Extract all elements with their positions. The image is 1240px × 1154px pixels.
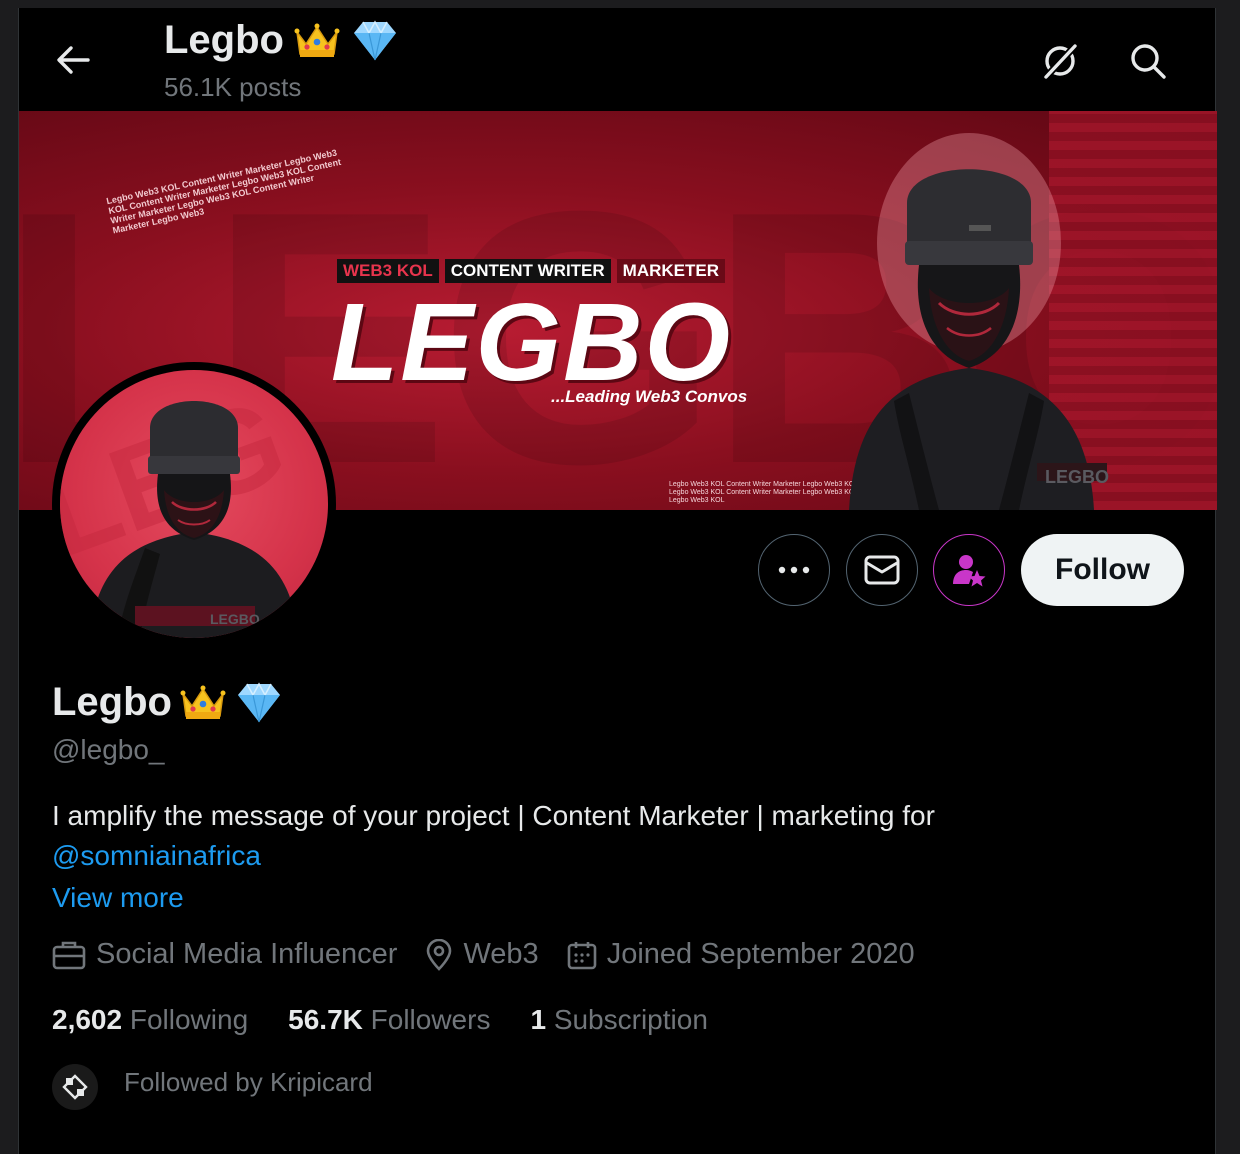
kripicard-logo-icon [62, 1074, 88, 1100]
more-button[interactable] [758, 534, 830, 606]
location-pin-icon [427, 938, 452, 971]
subscribe-button[interactable] [933, 534, 1005, 606]
followed-by-text: Followed by Kripicard [124, 1066, 373, 1097]
banner-subtitle: ...Leading Web3 Convos [551, 387, 748, 406]
subscription-label: Subscription [553, 1004, 708, 1035]
profile-bio: I amplify the message of your project | … [52, 796, 1152, 876]
banner-figure-illustration: LEGBO [849, 133, 1109, 510]
following-count: 2,602 [52, 1004, 123, 1035]
calendar-icon [567, 941, 596, 969]
location-item: Web3 [425, 938, 539, 971]
search-icon [1131, 44, 1166, 79]
grok-icon [1043, 43, 1078, 80]
top-bar: Legbo 56.1K posts [19, 8, 1215, 111]
avatar-illustration: LEG LEGBO [60, 373, 301, 638]
diamond-emoji-icon [234, 681, 284, 725]
view-more-link[interactable]: View more [52, 882, 184, 914]
category-item: Social Media Influencer [52, 938, 397, 971]
avatar-mark: LEGBO [210, 611, 260, 627]
profile-name-row: Legbo [52, 680, 284, 725]
back-button[interactable] [51, 38, 95, 82]
profile-handle: @legbo_ [52, 734, 165, 765]
post-count: 56.1K posts [164, 72, 302, 102]
followers-count: 56.7K [288, 1004, 363, 1035]
more-icon [778, 566, 810, 574]
profile-location: Web3 [463, 938, 539, 970]
following-link[interactable]: 2,602 Following [52, 1004, 248, 1036]
search-button[interactable] [1125, 38, 1171, 84]
profile-page: Legbo 56.1K posts LEGBO Legbo Web3 KOL C… [18, 8, 1217, 1154]
following-label: Following [129, 1004, 249, 1035]
envelope-icon [864, 555, 900, 585]
follower-avatar [52, 1064, 98, 1110]
followed-by[interactable]: Followed by Kripicard [52, 1064, 373, 1110]
profile-stats: 2,602 Following 56.7K Followers 1 Subscr… [52, 1004, 748, 1036]
grok-button[interactable] [1037, 38, 1083, 84]
message-button[interactable] [846, 534, 918, 606]
bio-mention-link[interactable]: @somniainafrica [52, 840, 261, 871]
crown-emoji-icon [294, 22, 340, 60]
bio-text: I amplify the message of your project | … [52, 800, 935, 831]
diamond-emoji-icon [350, 19, 400, 63]
briefcase-icon [52, 941, 86, 969]
followers-link[interactable]: 56.7K Followers [288, 1004, 490, 1036]
banner-figure-mark: LEGBO [1045, 467, 1109, 487]
profile-joined: Joined September 2020 [606, 938, 915, 970]
crown-emoji-icon [180, 684, 226, 722]
subscription-count: 1 [530, 1004, 547, 1035]
arrow-left-icon [57, 46, 90, 74]
followers-label: Followers [370, 1004, 491, 1035]
top-title: Legbo [164, 18, 400, 63]
subscriptions-link[interactable]: 1 Subscription [530, 1004, 707, 1036]
subscribe-star-icon [953, 555, 986, 587]
profile-name: Legbo [52, 680, 172, 724]
profile-category: Social Media Influencer [96, 938, 398, 970]
follow-button[interactable]: Follow [1021, 534, 1184, 606]
avatar[interactable]: LEG LEGBO [60, 370, 328, 638]
profile-meta: Social Media Influencer Web3 Joined Sept… [52, 938, 943, 971]
header-name: Legbo [164, 18, 284, 62]
joined-item: Joined September 2020 [567, 938, 915, 971]
